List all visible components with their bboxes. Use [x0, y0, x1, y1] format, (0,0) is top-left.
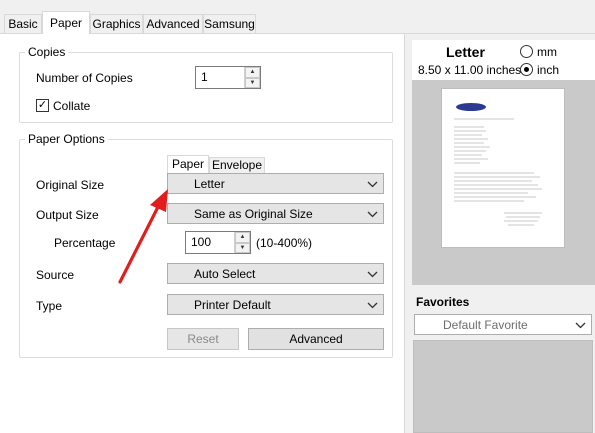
percentage-range-label: (10-400%)	[256, 236, 313, 250]
stepper-buttons: ▲ ▼	[244, 67, 260, 88]
output-size-dropdown[interactable]: Same as Original Size	[167, 203, 384, 224]
chevron-down-icon	[367, 206, 378, 225]
reset-button[interactable]: Reset	[167, 328, 239, 350]
percentage-value: 100	[191, 235, 212, 249]
source-dropdown[interactable]: Auto Select	[167, 263, 384, 284]
chevron-down-icon	[575, 317, 586, 336]
subtab-envelope[interactable]: Envelope	[209, 157, 265, 173]
unit-mm-radio[interactable]	[520, 45, 533, 58]
chevron-down-icon	[367, 297, 378, 316]
spin-down-icon[interactable]: ▼	[245, 77, 260, 88]
spin-up-icon[interactable]: ▲	[245, 67, 260, 78]
radio-selected-dot	[524, 67, 529, 72]
percentage-label: Percentage	[54, 236, 116, 250]
unit-inch-label: inch	[537, 63, 560, 77]
tab-basic[interactable]: Basic	[4, 14, 42, 33]
tab-graphics[interactable]: Graphics	[90, 14, 143, 33]
subtab-paper[interactable]: Paper	[167, 155, 209, 173]
spin-up-icon[interactable]: ▲	[235, 232, 250, 243]
chevron-down-icon	[367, 176, 378, 195]
type-value: Printer Default	[194, 298, 271, 312]
percentage-stepper[interactable]: 100 ▲ ▼	[185, 231, 251, 254]
favorites-dropdown[interactable]: Default Favorite	[414, 314, 592, 335]
number-of-copies-value: 1	[201, 70, 208, 84]
spin-down-icon[interactable]: ▼	[235, 242, 250, 253]
collate-checkbox[interactable]: ✓	[36, 99, 49, 112]
paper-name: Letter	[446, 44, 485, 60]
source-label: Source	[36, 268, 75, 282]
source-value: Auto Select	[194, 267, 256, 281]
chevron-down-icon	[367, 266, 378, 285]
page-preview	[441, 88, 565, 248]
tab-paper[interactable]: Paper	[42, 11, 90, 34]
tab-samsung[interactable]: Samsung	[203, 14, 256, 33]
original-size-label: Original Size	[36, 178, 105, 192]
favorites-label: Favorites	[416, 295, 470, 309]
favorites-value: Default Favorite	[443, 318, 528, 332]
number-of-copies-stepper[interactable]: 1 ▲ ▼	[195, 66, 261, 89]
tab-advanced[interactable]: Advanced	[143, 14, 203, 33]
number-of-copies-label: Number of Copies	[36, 71, 133, 85]
original-size-value: Letter	[194, 177, 225, 191]
samsung-logo	[456, 103, 486, 111]
collate-label: Collate	[53, 99, 91, 113]
page-text-lines	[454, 118, 542, 226]
output-size-value: Same as Original Size	[194, 207, 313, 221]
unit-inch-radio[interactable]	[520, 63, 533, 76]
paper-dimensions: 8.50 x 11.00 inches	[418, 63, 522, 77]
original-size-dropdown[interactable]: Letter	[167, 173, 384, 194]
stepper-buttons: ▲ ▼	[234, 232, 250, 253]
output-size-label: Output Size	[36, 208, 99, 222]
type-label: Type	[36, 299, 63, 313]
unit-mm-label: mm	[537, 45, 557, 59]
paper-options-group-label: Paper Options	[25, 132, 108, 146]
copies-group-label: Copies	[25, 45, 69, 59]
favorites-preview-area	[413, 340, 593, 433]
advanced-button[interactable]: Advanced	[248, 328, 384, 350]
checkmark-icon: ✓	[37, 99, 48, 111]
annotation-arrow-icon	[118, 189, 168, 284]
type-dropdown[interactable]: Printer Default	[167, 294, 384, 315]
